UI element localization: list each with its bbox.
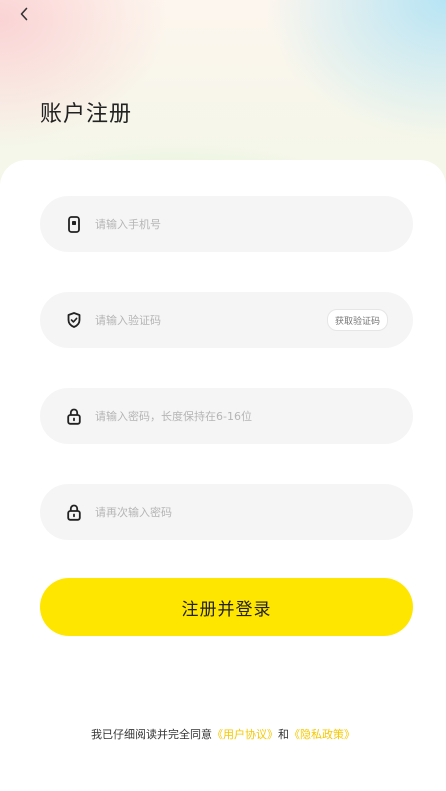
password-field[interactable] bbox=[40, 388, 413, 444]
confirm-password-input[interactable] bbox=[95, 505, 413, 519]
confirm-password-field[interactable] bbox=[40, 484, 413, 540]
page-title: 账户注册 bbox=[40, 102, 133, 127]
register-login-button[interactable]: 注册并登录 bbox=[40, 578, 413, 636]
verification-code-field[interactable]: 获取验证码 bbox=[40, 292, 413, 348]
shield-check-icon bbox=[66, 311, 82, 329]
phone-icon bbox=[66, 215, 82, 233]
password-input[interactable] bbox=[95, 409, 413, 423]
user-agreement-link[interactable]: 《用户协议》 bbox=[212, 728, 278, 741]
get-code-button[interactable]: 获取验证码 bbox=[326, 309, 388, 331]
privacy-policy-link[interactable]: 《隐私政策》 bbox=[289, 728, 355, 741]
back-button[interactable] bbox=[10, 2, 38, 26]
agreement-prefix: 我已仔细阅读并完全同意 bbox=[91, 728, 212, 741]
lock-icon bbox=[66, 503, 82, 521]
lock-icon bbox=[66, 407, 82, 425]
phone-input[interactable] bbox=[95, 217, 413, 231]
verification-code-input[interactable] bbox=[95, 313, 327, 327]
chevron-left-icon bbox=[20, 7, 28, 21]
form-card bbox=[0, 160, 446, 791]
phone-field[interactable] bbox=[40, 196, 413, 252]
agreement-conjunction: 和 bbox=[278, 728, 289, 741]
agreement-text: 我已仔细阅读并完全同意《用户协议》和《隐私政策》 bbox=[0, 726, 446, 742]
